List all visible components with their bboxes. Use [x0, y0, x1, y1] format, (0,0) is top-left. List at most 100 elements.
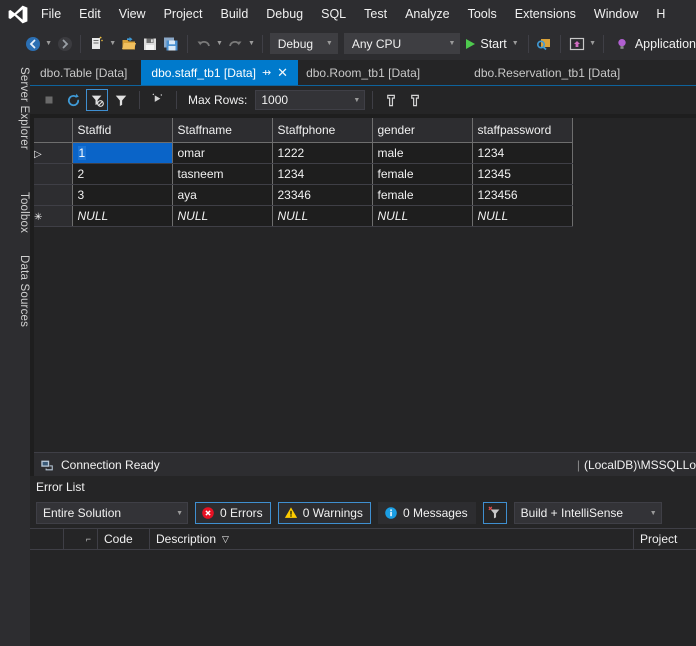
toolbar-separator	[80, 34, 82, 53]
menu-item-file[interactable]: File	[32, 4, 70, 25]
column-header-staffid[interactable]: Staffid	[72, 118, 173, 143]
cell-staffname[interactable]: omar	[172, 142, 273, 164]
menu-item-build[interactable]: Build	[211, 4, 257, 25]
column-options-icon[interactable]: ⌐	[64, 528, 98, 550]
toolbar-overflow-icon[interactable]: ▼	[587, 40, 598, 47]
messages-filter-button[interactable]: 0 Messages	[377, 502, 476, 524]
error-column-code[interactable]: Code	[98, 528, 150, 550]
clear-filter-icon[interactable]	[86, 89, 108, 111]
pin-icon[interactable]: ⇸	[262, 66, 271, 79]
menu-item-analyze[interactable]: Analyze	[396, 4, 458, 25]
sidebar-item-toolbox[interactable]: Toolbox	[0, 185, 30, 240]
row-header[interactable]	[34, 163, 73, 185]
open-file-icon[interactable]	[118, 33, 139, 55]
new-query-icon[interactable]	[380, 89, 402, 111]
menu-item-extensions[interactable]: Extensions	[506, 4, 585, 25]
select-all-cell[interactable]	[34, 118, 73, 143]
cell-staffid[interactable]: 1	[72, 142, 173, 164]
cell-staffid[interactable]: NULL	[72, 205, 173, 227]
filter-icon[interactable]	[110, 89, 132, 111]
table-row-new[interactable]: ✳ NULL NULL NULL NULL NULL	[34, 205, 573, 227]
refresh-icon[interactable]	[62, 89, 84, 111]
column-header-staffname[interactable]: Staffname	[172, 118, 273, 143]
cell-staffphone[interactable]: 23346	[272, 184, 373, 206]
undo-icon[interactable]	[193, 33, 214, 55]
cell-staffpassword[interactable]: 123456	[472, 184, 573, 206]
cell-staffname[interactable]: NULL	[172, 205, 273, 227]
row-header[interactable]	[34, 184, 73, 206]
error-column-icon[interactable]	[30, 528, 64, 550]
cell-staffphone[interactable]: 1234	[272, 163, 373, 185]
cell-staffpassword[interactable]: 1234	[472, 142, 573, 164]
tab-dbo-reservation-tb1[interactable]: dbo.Reservation_tb1 [Data]	[430, 60, 631, 85]
cell-gender[interactable]: female	[372, 163, 473, 185]
cell-gender[interactable]: NULL	[372, 205, 473, 227]
table-row[interactable]: ▷ 1 omar 1222 male 1234	[34, 142, 573, 164]
new-query-alt-icon[interactable]	[404, 89, 426, 111]
menu-item-debug[interactable]: Debug	[257, 4, 312, 25]
menu-item-window[interactable]: Window	[585, 4, 647, 25]
menu-item-sql[interactable]: SQL	[312, 4, 355, 25]
error-column-project[interactable]: Project	[634, 528, 696, 550]
quick-launch-icon[interactable]	[534, 33, 555, 55]
menu-item-help[interactable]: H	[647, 4, 674, 25]
table-row[interactable]: 2 tasneem 1234 female 12345	[34, 163, 573, 185]
redo-dropdown-icon[interactable]: ▼	[246, 40, 257, 47]
chevron-down-icon[interactable]: ▼	[512, 40, 519, 47]
menu-item-view[interactable]: View	[110, 4, 155, 25]
table-row[interactable]: 3 aya 23346 female 123456	[34, 184, 573, 206]
tab-dbo-table[interactable]: dbo.Table [Data]	[30, 60, 142, 85]
error-scope-dropdown[interactable]: Entire Solution ▼	[36, 502, 188, 524]
navigate-forward-icon[interactable]	[54, 33, 75, 55]
cell-staffphone[interactable]: 1222	[272, 142, 373, 164]
tab-dbo-staff-tb1[interactable]: dbo.staff_tb1 [Data] ⇸ ✕	[141, 60, 299, 85]
chevron-down-icon: ▼	[448, 40, 456, 47]
save-icon[interactable]	[139, 33, 160, 55]
navigate-back-icon[interactable]	[22, 33, 43, 55]
toolbar-separator	[527, 34, 529, 53]
max-rows-input[interactable]: 1000 ▼	[255, 90, 366, 110]
cell-staffpassword[interactable]: 12345	[472, 163, 573, 185]
cell-gender[interactable]: female	[372, 184, 473, 206]
column-header-gender[interactable]: gender	[372, 118, 473, 143]
application-insights-button[interactable]: Application	[609, 37, 696, 51]
save-all-icon[interactable]	[161, 33, 182, 55]
menu-item-project[interactable]: Project	[155, 4, 212, 25]
navigate-back-dropdown-icon[interactable]: ▼	[43, 40, 54, 47]
sidebar-item-data-sources[interactable]: Data Sources	[0, 248, 30, 334]
menu-item-edit[interactable]: Edit	[70, 4, 110, 25]
new-item-icon[interactable]	[86, 33, 107, 55]
row-header-new[interactable]: ✳	[34, 205, 73, 227]
cell-staffpassword[interactable]: NULL	[472, 205, 573, 227]
menu-item-test[interactable]: Test	[355, 4, 396, 25]
row-header-current[interactable]: ▷	[34, 142, 73, 164]
error-source-dropdown[interactable]: Build + IntelliSense ▼	[513, 502, 662, 524]
cell-staffid[interactable]: 3	[72, 184, 173, 206]
sidebar-item-server-explorer[interactable]: Server Explorer	[0, 60, 30, 157]
stop-icon[interactable]	[38, 89, 60, 111]
cell-staffid[interactable]: 2	[72, 163, 173, 185]
undo-dropdown-icon[interactable]: ▼	[214, 40, 225, 47]
solution-configuration-dropdown[interactable]: Debug ▼	[269, 33, 338, 54]
tab-dbo-room-tb1[interactable]: dbo.Room_tb1 [Data]	[298, 60, 431, 85]
cell-staffname[interactable]: tasneem	[172, 163, 273, 185]
clear-all-filters-icon[interactable]	[482, 502, 507, 524]
menu-item-tools[interactable]: Tools	[459, 4, 506, 25]
cell-staffphone[interactable]: NULL	[272, 205, 373, 227]
preview-window-icon[interactable]	[566, 33, 587, 55]
warnings-filter-button[interactable]: 0 Warnings	[277, 502, 371, 524]
solution-platform-dropdown[interactable]: Any CPU ▼	[343, 33, 461, 54]
column-header-staffphone[interactable]: Staffphone	[272, 118, 373, 143]
script-icon[interactable]	[147, 89, 169, 111]
cell-staffname[interactable]: aya	[172, 184, 273, 206]
redo-icon[interactable]	[225, 33, 246, 55]
errors-filter-button[interactable]: 0 Errors	[195, 502, 271, 524]
new-item-dropdown-icon[interactable]: ▼	[107, 40, 118, 47]
cell-gender[interactable]: male	[372, 142, 473, 164]
column-header-staffpassword[interactable]: staffpassword	[472, 118, 573, 143]
error-list-body[interactable]	[30, 550, 696, 642]
start-debug-button[interactable]: Start ▼	[460, 37, 522, 51]
error-column-description[interactable]: Description ▽	[150, 528, 634, 550]
close-icon[interactable]: ✕	[277, 65, 288, 81]
error-list-panel: Error List Entire Solution ▼ 0 Errors 0 …	[30, 476, 696, 646]
